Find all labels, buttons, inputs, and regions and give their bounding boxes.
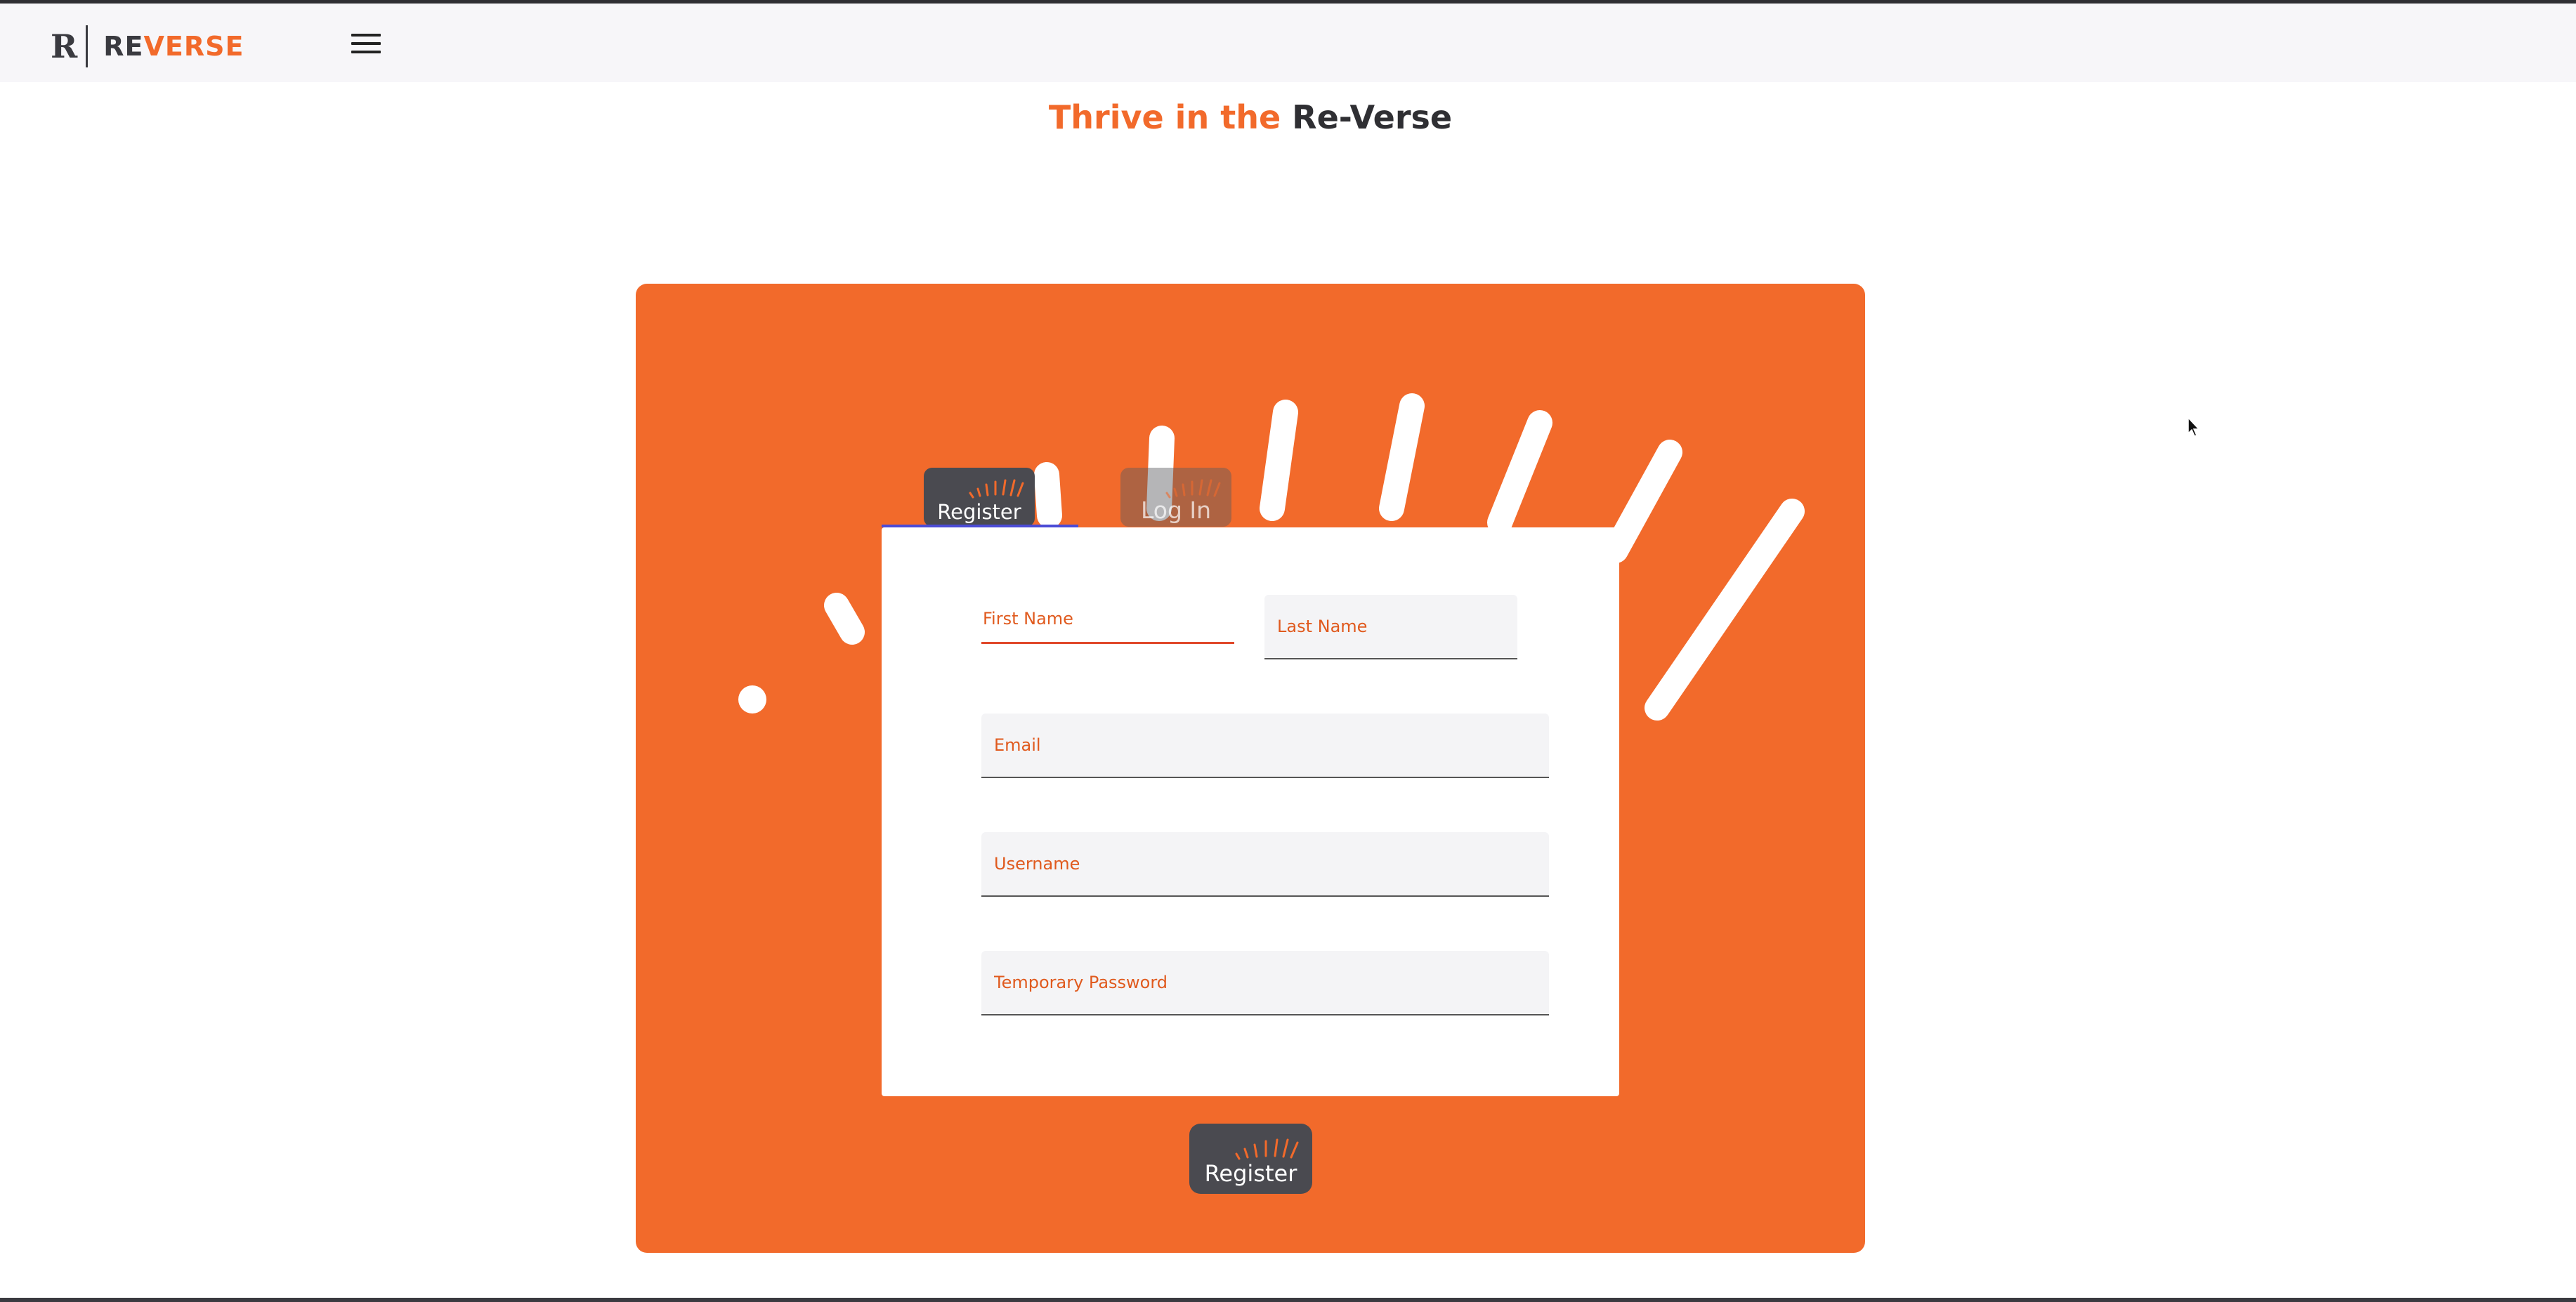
tab-register[interactable]: Register [924, 468, 1035, 527]
logo-mark: R [51, 27, 78, 65]
brand-logo[interactable]: R REVERSE [51, 25, 244, 68]
menu-line [351, 42, 381, 45]
brand-name-part2: VERSE [143, 31, 244, 62]
window-bottom-border [0, 1298, 2576, 1302]
brand-name: REVERSE [103, 31, 244, 62]
email-input[interactable] [981, 714, 1549, 777]
mouse-pointer-icon [2188, 417, 2200, 437]
decor-ray [1260, 400, 1298, 521]
register-submit-label: Register [1204, 1160, 1297, 1187]
decor-ray [1645, 499, 1805, 721]
menu-line [351, 51, 381, 53]
logo-divider [86, 25, 89, 67]
register-form [882, 527, 1619, 1096]
decor-ray [1034, 462, 1062, 528]
top-navbar: R REVERSE [0, 4, 2576, 82]
first-name-field[interactable] [981, 595, 1234, 644]
last-name-field[interactable] [1264, 595, 1517, 659]
decor-ray [1379, 393, 1425, 521]
decor-ray [1603, 440, 1682, 563]
first-name-input[interactable] [981, 595, 1234, 642]
tab-register-label: Register [937, 500, 1021, 524]
decor-ray [824, 593, 865, 645]
tab-login[interactable]: Log In [1120, 468, 1231, 527]
menu-line [351, 34, 381, 37]
page-title: Thrive in the Re-Verse [0, 98, 2501, 136]
decor-dot [738, 685, 766, 714]
hamburger-menu-icon[interactable] [351, 34, 381, 59]
username-input[interactable] [981, 832, 1549, 895]
page-title-part1: Thrive in the [1048, 98, 1281, 136]
decor-ray [1487, 410, 1552, 535]
tab-login-label: Log In [1140, 497, 1212, 524]
username-field[interactable] [981, 832, 1549, 897]
temporary-password-input[interactable] [981, 951, 1549, 1014]
email-field[interactable] [981, 714, 1549, 778]
register-submit-button[interactable]: Register [1189, 1124, 1312, 1194]
temporary-password-field[interactable] [981, 951, 1549, 1015]
brand-name-part1: RE [103, 31, 144, 62]
sunburst-icon [1235, 1138, 1299, 1160]
page-title-part2: Re-Verse [1292, 98, 1453, 136]
auth-panel: Register Log In First Name Last Name Ema… [636, 284, 1865, 1253]
last-name-input[interactable] [1264, 595, 1517, 658]
sunburst-icon [969, 479, 1024, 499]
